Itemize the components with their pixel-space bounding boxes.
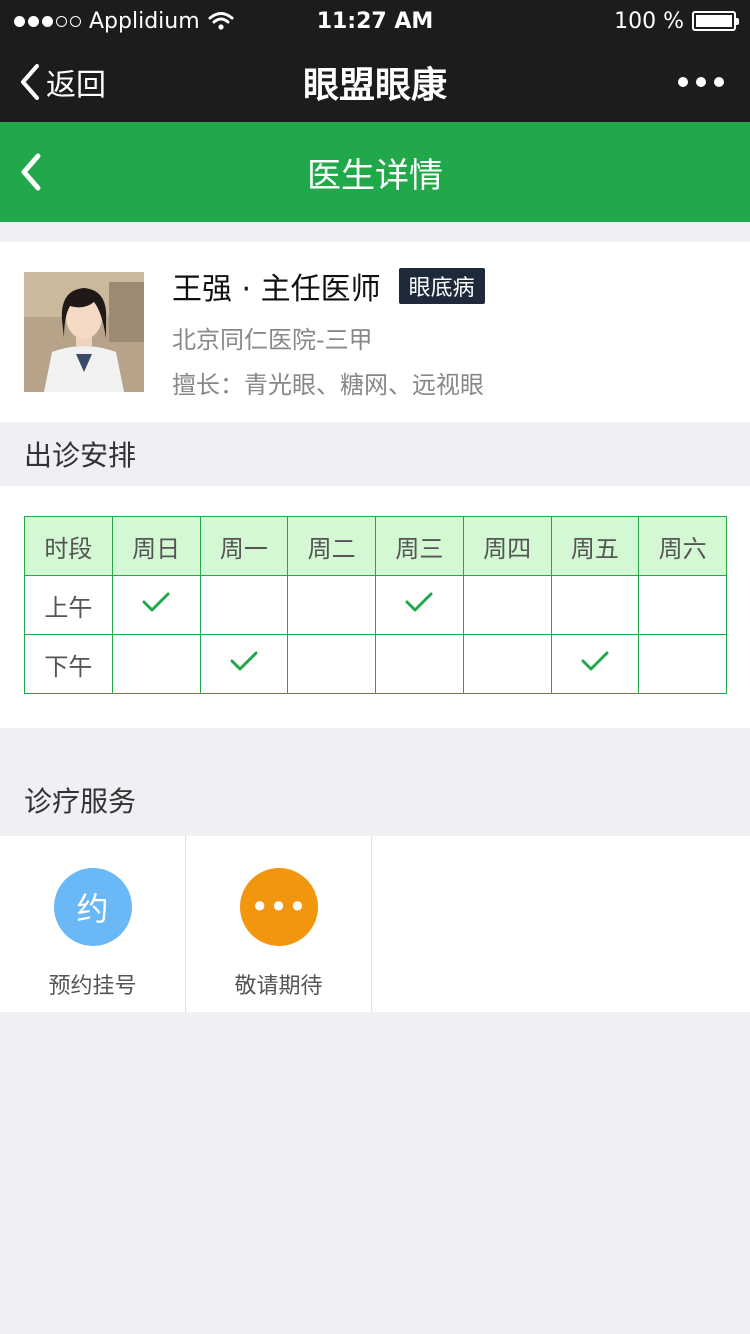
schedule-header-cell: 周日 xyxy=(111,516,201,576)
services-section-title: 诊疗服务 xyxy=(24,785,137,818)
services-panel: 约 预约挂号 ••• 敬请期待 xyxy=(0,836,750,1012)
checkmark-icon xyxy=(142,592,170,612)
schedule-cell xyxy=(550,634,640,694)
doctor-card: 王强 · 主任医师 眼底病 北京同仁医院-三甲 擅长：青光眼、糖网、远视眼 xyxy=(0,242,750,422)
schedule-cell xyxy=(111,634,201,694)
chevron-left-icon[interactable] xyxy=(18,152,44,192)
app-title: 眼盟眼康 xyxy=(302,65,447,106)
schedule-panel: 时段 周日 周一 周二 周三 周四 周五 周六 上午 下午 xyxy=(0,486,750,728)
page-title: 医生详情 xyxy=(307,155,443,196)
battery-percent: 100 % xyxy=(614,8,684,34)
coming-soon-button[interactable]: ••• 敬请期待 xyxy=(186,836,372,1012)
schedule-cell xyxy=(287,575,376,635)
status-bar: Applidium 11:27 AM 100 % xyxy=(0,0,750,42)
schedule-header-cell: 周一 xyxy=(199,516,289,576)
signal-icon xyxy=(14,15,81,27)
schedule-header-cell: 周二 xyxy=(287,516,376,576)
doctor-hospital: 北京同仁医院-三甲 xyxy=(172,326,373,354)
service-label: 敬请期待 xyxy=(234,974,323,999)
carrier-name: Applidium xyxy=(89,8,200,34)
schedule-cell xyxy=(199,575,289,635)
schedule-header-cell: 周五 xyxy=(550,516,640,576)
specialty-badge: 眼底病 xyxy=(398,268,485,304)
avatar xyxy=(24,272,144,392)
schedule-row: 下午 xyxy=(24,634,727,694)
service-label: 预约挂号 xyxy=(48,974,137,999)
appointment-icon: 约 xyxy=(53,868,132,946)
back-label: 返回 xyxy=(46,68,106,103)
page-header: 医生详情 xyxy=(0,122,750,222)
doctor-specialty: 擅长：青光眼、糖网、远视眼 xyxy=(172,371,484,399)
schedule-cell xyxy=(638,634,727,694)
schedule-cell xyxy=(375,634,464,694)
more-icon[interactable] xyxy=(678,77,730,87)
schedule-cell xyxy=(111,575,201,635)
schedule-header-cell: 周六 xyxy=(638,516,727,576)
checkmark-icon xyxy=(405,592,433,612)
schedule-period-label: 上午 xyxy=(24,575,113,635)
schedule-cell xyxy=(550,575,640,635)
schedule-cell xyxy=(462,634,552,694)
doctor-name: 王强 · 主任医师 xyxy=(172,272,381,307)
checkmark-icon xyxy=(581,651,609,671)
nav-bar: 返回 眼盟眼康 xyxy=(0,42,750,122)
more-dots-icon: ••• xyxy=(239,868,318,946)
battery-icon xyxy=(692,11,739,31)
book-appointment-button[interactable]: 约 预约挂号 xyxy=(0,836,186,1012)
schedule-header-cell: 周三 xyxy=(375,516,464,576)
wifi-icon xyxy=(208,12,234,30)
schedule-header-cell: 时段 xyxy=(24,516,113,576)
schedule-cell xyxy=(199,634,289,694)
schedule-period-label: 下午 xyxy=(24,634,113,694)
schedule-table: 时段 周日 周一 周二 周三 周四 周五 周六 上午 下午 xyxy=(24,516,727,694)
schedule-cell xyxy=(375,575,464,635)
schedule-cell xyxy=(287,634,376,694)
schedule-header-cell: 周四 xyxy=(462,516,552,576)
schedule-row: 上午 xyxy=(24,575,727,635)
schedule-cell xyxy=(462,575,552,635)
doctor-photo xyxy=(24,272,144,392)
checkmark-icon xyxy=(230,651,258,671)
schedule-cell xyxy=(638,575,727,635)
schedule-section-title: 出诊安排 xyxy=(24,439,137,472)
schedule-header-row: 时段 周日 周一 周二 周三 周四 周五 周六 xyxy=(24,516,727,576)
back-button[interactable]: 返回 xyxy=(20,60,106,104)
chevron-left-icon xyxy=(21,64,39,100)
